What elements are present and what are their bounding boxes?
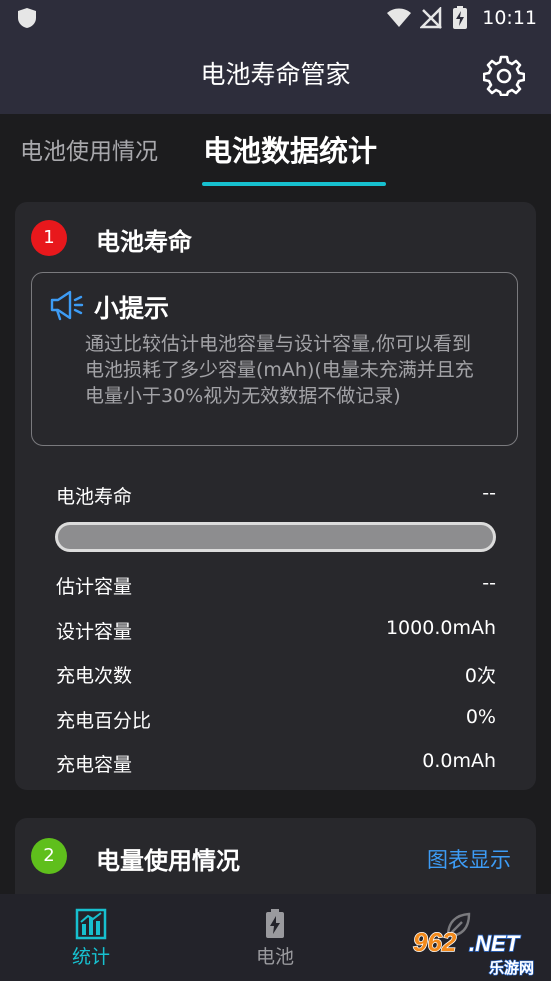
progress-track: [58, 525, 493, 549]
tip-box: 小提示 通过比较估计电池容量与设计容量,你可以看到电池损耗了多少容量(mAh)(…: [31, 272, 518, 446]
charge-capacity-value: 0.0mAh: [422, 750, 496, 772]
estimated-capacity-label: 估计容量: [56, 576, 133, 598]
charge-capacity-label: 充电容量: [56, 754, 133, 776]
battery-life-card: 1 电池寿命 小提示 通过比较估计电池容量与设计容量,你可以看到电池损耗了多少容…: [15, 202, 536, 790]
section-number-badge: 2: [31, 838, 67, 874]
nav-label-stats: 统计: [71, 946, 110, 968]
stat-row: 估计容量 --: [56, 572, 496, 602]
charge-count-label: 充电次数: [56, 665, 133, 687]
design-capacity-label: 设计容量: [56, 621, 133, 643]
status-bar: 10:11: [0, 0, 551, 36]
estimated-capacity-value: --: [482, 572, 496, 594]
charge-percent-value: 0%: [465, 706, 496, 728]
battery-life-value: --: [482, 482, 496, 504]
section-title: 电池寿命: [96, 228, 192, 256]
design-capacity-value: 1000.0mAh: [385, 617, 496, 639]
tab-bar: 电池使用情况 电池数据统计: [0, 114, 551, 190]
nav-item-battery[interactable]: 电池: [215, 908, 335, 969]
gear-icon[interactable]: [483, 54, 525, 96]
bar-chart-icon: [75, 908, 107, 940]
battery-life-row: 电池寿命 --: [56, 482, 496, 512]
stat-row: 充电百分比 0%: [56, 706, 496, 736]
svg-text:乐游网: 乐游网: [489, 959, 534, 977]
wifi-icon: [387, 8, 412, 27]
stat-row: 设计容量 1000.0mAh: [56, 617, 496, 647]
battery-life-progress: [55, 522, 496, 552]
tab-battery-usage[interactable]: 电池使用情况: [20, 132, 158, 166]
charge-count-value: 0次: [464, 665, 496, 687]
stat-row: 充电容量 0.0mAh: [56, 750, 496, 780]
tip-text: 通过比较估计电池容量与设计容量,你可以看到电池损耗了多少容量(mAh)(电量未充…: [85, 333, 474, 407]
nav-label-battery: 电池: [255, 946, 294, 968]
section-number-badge: 1: [31, 220, 67, 256]
stat-row: 充电次数 0次: [56, 661, 496, 691]
nav-item-stats[interactable]: 统计: [31, 908, 151, 969]
shield-icon: [18, 8, 36, 28]
svg-text:962: 962: [413, 927, 457, 957]
watermark-logo: 962 .NET 乐游网: [412, 926, 534, 977]
show-chart-link[interactable]: 图表显示: [427, 844, 511, 874]
app-bar: 电池寿命管家: [0, 36, 551, 114]
battery-status-icon: [453, 6, 468, 29]
svg-text:.NET: .NET: [469, 931, 521, 956]
battery-icon: [266, 909, 284, 938]
tab-indicator: [202, 182, 386, 186]
megaphone-icon: [50, 290, 84, 321]
no-signal-icon: [420, 7, 443, 29]
tip-title: 小提示: [94, 294, 170, 323]
section-title: 电量使用情况: [96, 847, 240, 875]
status-time: 10:11: [482, 7, 537, 29]
app-title: 电池寿命管家: [200, 60, 351, 89]
tab-battery-stats[interactable]: 电池数据统计: [203, 128, 377, 170]
battery-life-label: 电池寿命: [56, 486, 133, 508]
charge-percent-label: 充电百分比: [56, 710, 152, 732]
